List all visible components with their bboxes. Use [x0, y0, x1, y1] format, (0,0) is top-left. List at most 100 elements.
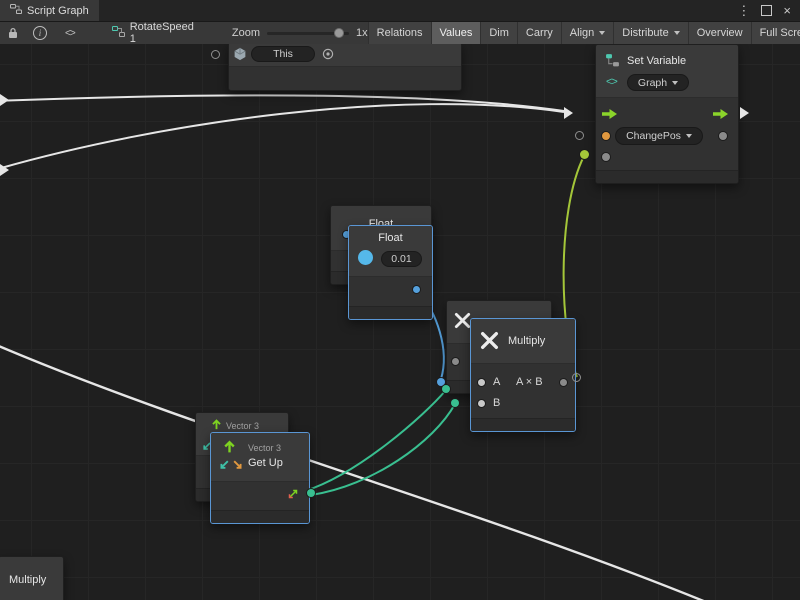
- zoom-control: Zoom 1x: [232, 27, 368, 39]
- variable-name-dropdown[interactable]: ChangePos: [615, 127, 703, 145]
- variable-ring-port[interactable]: [575, 131, 584, 140]
- gameobject-cube-icon: [233, 47, 247, 64]
- float-value: 0.01: [391, 253, 411, 265]
- node-title: Get Up: [248, 457, 283, 469]
- vector-wire[interactable]: [311, 404, 455, 495]
- zoom-label: Zoom: [232, 27, 260, 39]
- multiply-output-ring-port[interactable]: [572, 373, 581, 382]
- input-a-port[interactable]: [478, 379, 485, 386]
- set-variable-icon: [605, 53, 620, 71]
- scope-value: Graph: [638, 77, 667, 89]
- tab-title: Script Graph: [27, 5, 89, 17]
- node-footer: [471, 418, 575, 431]
- node-title: Multiply: [508, 335, 545, 347]
- node-title: Set Variable: [627, 55, 686, 67]
- node-footer: [596, 170, 738, 183]
- graph-variable-kind-icon: <>: [606, 76, 617, 88]
- flow-arrow-icon: [740, 107, 749, 119]
- node-title: Vector 3: [226, 421, 259, 431]
- node-type-label: Vector 3: [248, 443, 281, 453]
- vector-wire[interactable]: [305, 390, 446, 491]
- relations-button[interactable]: Relations: [368, 22, 431, 44]
- zoom-slider[interactable]: [267, 32, 349, 35]
- close-icon[interactable]: ×: [783, 4, 791, 17]
- input-b-port[interactable]: [478, 400, 485, 407]
- this-output-ring-port[interactable]: [211, 50, 220, 59]
- flow-wire[interactable]: [0, 95, 564, 111]
- variable-scope-dropdown[interactable]: Graph: [627, 74, 689, 91]
- output-port[interactable]: [560, 379, 567, 386]
- flow-wire[interactable]: [0, 104, 564, 170]
- flow-arrow-icon: [0, 164, 9, 176]
- toolbar-buttons: Relations Values Dim Carry Align Distrib…: [368, 22, 800, 44]
- graph-asset-icon: [112, 25, 125, 41]
- object-picker-icon[interactable]: [321, 47, 335, 64]
- flow-input-port[interactable]: [602, 108, 618, 123]
- script-graph-tab-icon: [10, 3, 22, 18]
- window-controls: ⋮ ×: [737, 0, 800, 21]
- node-title: Multiply: [9, 574, 46, 586]
- graph-breadcrumb[interactable]: RotateSpeed 1: [112, 22, 194, 44]
- code-preview-icon[interactable]: <>: [58, 22, 82, 44]
- zoom-value: 1x: [356, 27, 368, 39]
- multiply-edge-node[interactable]: Multiply: [0, 556, 64, 600]
- maximize-icon[interactable]: [761, 5, 772, 16]
- input-a-label: A: [493, 376, 500, 388]
- vector-output-icon: [287, 488, 299, 503]
- chevron-down-icon: [674, 31, 680, 35]
- graph-canvas[interactable]: Float Vector 3 This: [0, 44, 800, 600]
- multiply-node[interactable]: Multiply A A × B B: [470, 318, 576, 432]
- set-variable-node[interactable]: Set Variable <> Graph ChangePos: [595, 44, 739, 184]
- flow-arrow-icon: [0, 94, 9, 106]
- align-button[interactable]: Align: [561, 22, 613, 44]
- chevron-down-icon: [672, 81, 678, 85]
- overview-button[interactable]: Overview: [688, 22, 751, 44]
- input-b-label: B: [493, 397, 500, 409]
- align-label: Align: [570, 27, 594, 39]
- flow-arrow-icon: [564, 107, 573, 119]
- flow-wire[interactable]: [0, 344, 706, 600]
- chevron-down-icon: [686, 134, 692, 138]
- up-arrow-icon: [222, 439, 237, 457]
- hidden-port-dot[interactable]: [452, 358, 459, 365]
- multiply-icon: [479, 330, 500, 354]
- graph-name: RotateSpeed 1: [130, 22, 194, 44]
- lock-icon[interactable]: [0, 22, 26, 44]
- tab-script-graph[interactable]: Script Graph: [0, 0, 99, 21]
- down-left-arrow-icon: [219, 459, 230, 473]
- carry-button[interactable]: Carry: [517, 22, 561, 44]
- distribute-label: Distribute: [622, 27, 668, 39]
- this-node[interactable]: This: [228, 44, 462, 91]
- node-footer: [349, 306, 432, 319]
- down-right-arrow-icon: [232, 459, 243, 473]
- float-output-port[interactable]: [413, 286, 420, 293]
- window-tab-bar: Script Graph ⋮ ×: [0, 0, 800, 22]
- output-label: A × B: [516, 376, 543, 388]
- vector-wire-endpoint[interactable]: [442, 385, 450, 393]
- float-node[interactable]: Float 0.01: [348, 225, 433, 320]
- node-title: Float: [349, 232, 432, 244]
- result-wire-endpoint[interactable]: [580, 150, 589, 159]
- zoom-slider-knob[interactable]: [334, 28, 344, 38]
- variable-name: ChangePos: [626, 130, 681, 142]
- vector-wire-endpoint[interactable]: [451, 399, 459, 407]
- flow-output-port[interactable]: [713, 108, 729, 123]
- distribute-button[interactable]: Distribute: [613, 22, 687, 44]
- value-input-port[interactable]: [602, 153, 610, 161]
- node-footer: [211, 510, 309, 523]
- get-up-node[interactable]: Vector 3 Get Up: [210, 432, 310, 524]
- variable-input-port[interactable]: [602, 132, 610, 140]
- this-object-field[interactable]: This: [251, 46, 315, 62]
- this-label: This: [273, 48, 293, 60]
- variable-output-port[interactable]: [719, 132, 727, 140]
- dim-button[interactable]: Dim: [480, 22, 517, 44]
- get-up-output-port[interactable]: [307, 489, 315, 497]
- float-type-icon: [358, 250, 373, 265]
- fullscreen-button[interactable]: Full Screen: [751, 22, 800, 44]
- info-icon[interactable]: i: [26, 22, 54, 44]
- values-button[interactable]: Values: [431, 22, 481, 44]
- graph-toolbar: i <> RotateSpeed 1 Zoom 1x Relations Val…: [0, 22, 800, 44]
- chevron-down-icon: [599, 31, 605, 35]
- kebab-menu-icon[interactable]: ⋮: [737, 4, 750, 17]
- float-value-field[interactable]: 0.01: [381, 251, 422, 267]
